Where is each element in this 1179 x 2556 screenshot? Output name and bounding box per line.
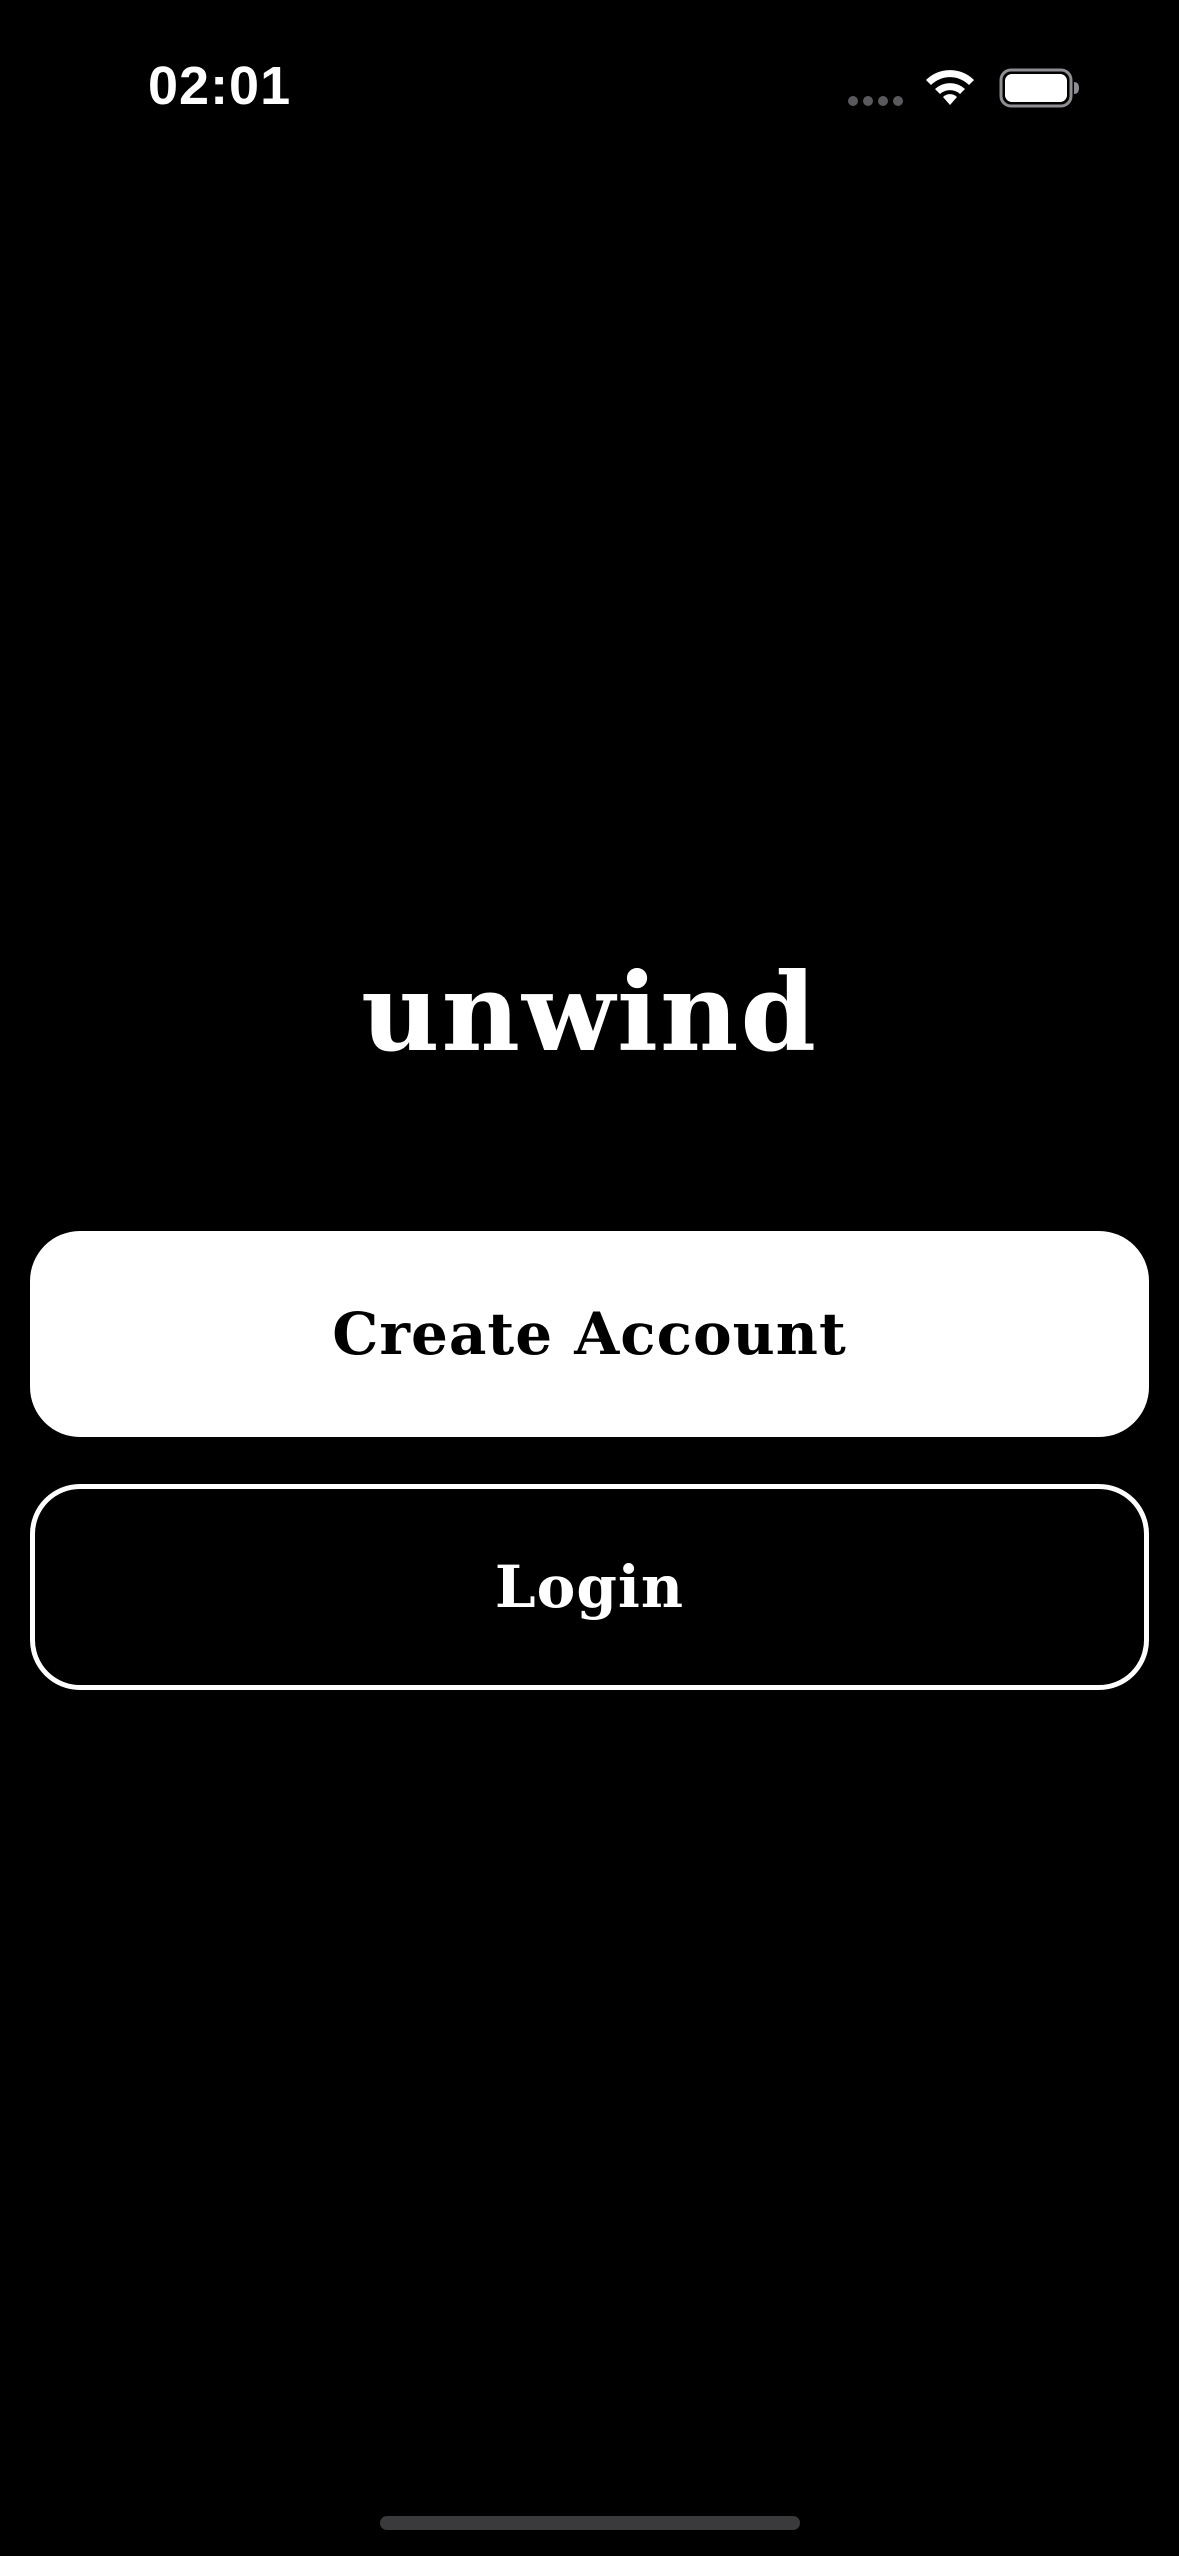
cellular-signal-icon	[848, 96, 903, 106]
status-time: 02:01	[148, 56, 292, 116]
status-bar: 02:01	[0, 0, 1179, 150]
login-button[interactable]: Login	[30, 1484, 1149, 1690]
battery-icon	[999, 68, 1079, 108]
home-indicator[interactable]	[380, 2516, 800, 2530]
app-logo-wordmark: unwind	[360, 950, 819, 1076]
create-account-button[interactable]: Create Account	[30, 1231, 1149, 1437]
wifi-icon	[926, 70, 974, 105]
